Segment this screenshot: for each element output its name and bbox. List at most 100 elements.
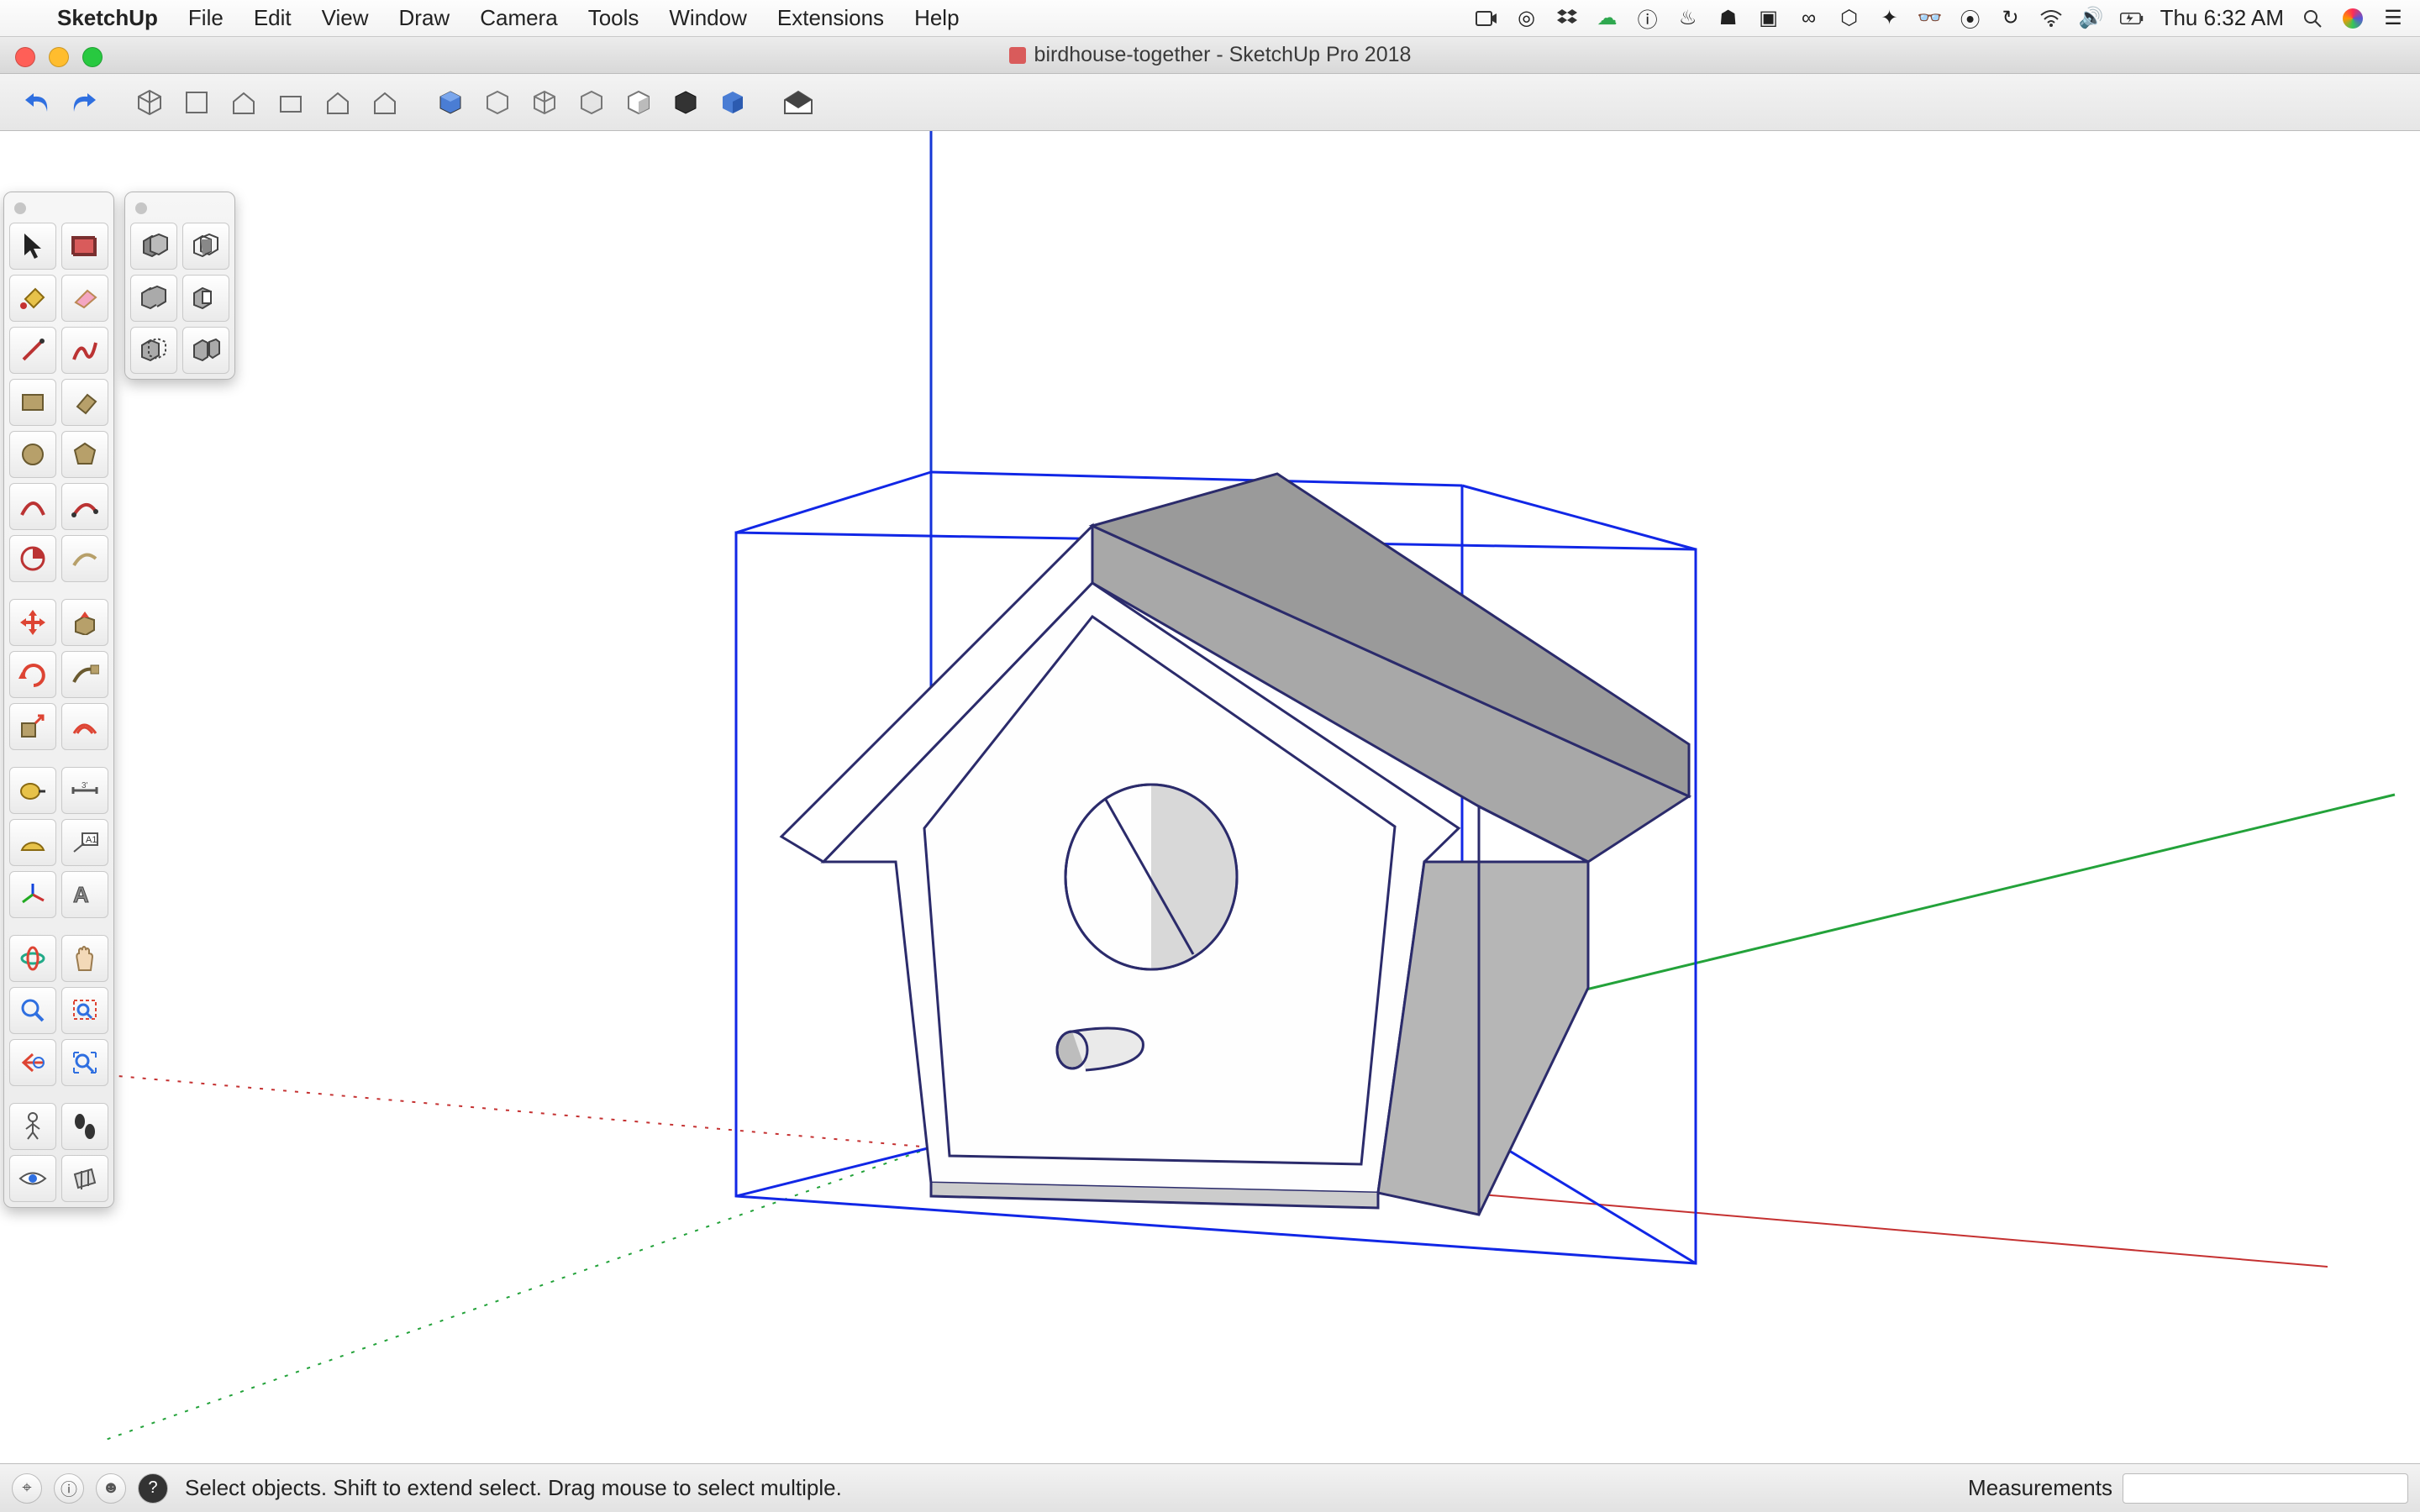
menu-tools[interactable]: Tools <box>573 5 655 31</box>
infinity-icon[interactable]: ∞ <box>1797 7 1821 30</box>
select-tool[interactable] <box>9 223 56 270</box>
rotate-tool[interactable] <box>9 651 56 698</box>
viewport-3d[interactable] <box>0 131 2420 1463</box>
zoom-window-tool[interactable] <box>61 987 108 1034</box>
wifi-icon[interactable] <box>2039 7 2063 30</box>
view-iso-button[interactable] <box>129 82 170 123</box>
menu-clock[interactable]: Thu 6:32 AM <box>2160 5 2284 31</box>
style-xray-button[interactable] <box>571 82 612 123</box>
text-tool[interactable]: A1 <box>61 819 108 866</box>
dimension-tool[interactable]: 3' <box>61 767 108 814</box>
axes-tool[interactable] <box>9 871 56 918</box>
screen-record-icon[interactable] <box>1475 7 1498 30</box>
geo-locate-button[interactable]: ⌖ <box>12 1473 42 1504</box>
large-toolset-palette[interactable]: 3' A1 A <box>3 192 114 1208</box>
zoom-button[interactable] <box>82 47 103 67</box>
menu-extensions[interactable]: Extensions <box>762 5 899 31</box>
style-texture-button[interactable] <box>666 82 706 123</box>
subtract-tool[interactable] <box>182 275 229 322</box>
menu-file[interactable]: File <box>173 5 239 31</box>
split-tool[interactable] <box>182 327 229 374</box>
history-icon[interactable]: ↻ <box>1999 7 2023 30</box>
style-wire-button[interactable] <box>524 82 565 123</box>
dropbox-icon[interactable] <box>1555 7 1579 30</box>
zoom-extents-tool[interactable] <box>61 1039 108 1086</box>
palette-close-icon[interactable] <box>14 202 26 214</box>
style-mono-button[interactable] <box>618 82 659 123</box>
glasses-icon[interactable]: 👓 <box>1918 7 1942 30</box>
credits-button[interactable]: ⓘ <box>54 1473 84 1504</box>
profile-button[interactable]: ☻ <box>96 1473 126 1504</box>
eraser-tool[interactable] <box>61 275 108 322</box>
scale-tool[interactable] <box>9 703 56 750</box>
hexagon-icon[interactable]: ⬡ <box>1838 7 1861 30</box>
union-tool[interactable] <box>130 275 177 322</box>
follow-me-tool[interactable] <box>61 651 108 698</box>
info-icon[interactable]: ⓘ <box>1636 7 1660 30</box>
view-right-button[interactable] <box>271 82 311 123</box>
intersect-tool[interactable] <box>182 223 229 270</box>
menu-view[interactable]: View <box>307 5 384 31</box>
menu-help[interactable]: Help <box>899 5 974 31</box>
user-silhouette-icon[interactable]: ☗ <box>1717 7 1740 30</box>
menu-camera[interactable]: Camera <box>465 5 572 31</box>
view-front-button[interactable] <box>224 82 264 123</box>
line-tool[interactable] <box>9 327 56 374</box>
app-name[interactable]: SketchUp <box>42 5 173 31</box>
cloud-icon[interactable]: ☁︎ <box>1596 7 1619 30</box>
move-tool[interactable] <box>9 599 56 646</box>
tape-measure-tool[interactable] <box>9 767 56 814</box>
spotlight-icon[interactable] <box>2301 7 2324 30</box>
pan-tool[interactable] <box>61 935 108 982</box>
notifications-icon[interactable]: ☰ <box>2381 7 2405 30</box>
evernote-icon[interactable]: ✦ <box>1878 7 1902 30</box>
solids-palette[interactable] <box>124 192 235 380</box>
three-point-arc-tool[interactable] <box>61 535 108 582</box>
outer-shell-tool[interactable] <box>130 223 177 270</box>
paint-bucket-tool[interactable] <box>9 275 56 322</box>
volume-icon[interactable]: 🔊 <box>2080 7 2103 30</box>
protractor-tool[interactable] <box>9 819 56 866</box>
make-component-tool[interactable] <box>61 223 108 270</box>
record-icon[interactable]: ⦿ <box>1959 7 1982 30</box>
undo-button[interactable] <box>17 82 57 123</box>
cloud-sync-icon[interactable]: ◎ <box>1515 7 1539 30</box>
position-camera-tool[interactable] <box>9 1103 56 1150</box>
warehouse-button[interactable] <box>778 82 818 123</box>
menu-window[interactable]: Window <box>654 5 761 31</box>
trim-tool[interactable] <box>130 327 177 374</box>
view-back-button[interactable] <box>318 82 358 123</box>
redo-button[interactable] <box>64 82 104 123</box>
style-shaded-button[interactable] <box>430 82 471 123</box>
push-pull-tool[interactable] <box>61 599 108 646</box>
menu-edit[interactable]: Edit <box>239 5 307 31</box>
pie-tool[interactable] <box>9 535 56 582</box>
look-around-tool[interactable] <box>9 1155 56 1202</box>
help-button[interactable]: ? <box>138 1473 168 1504</box>
orbit-tool[interactable] <box>9 935 56 982</box>
walk-tool[interactable] <box>61 1103 108 1150</box>
polygon-tool[interactable] <box>61 431 108 478</box>
zoom-tool[interactable] <box>9 987 56 1034</box>
view-left-button[interactable] <box>365 82 405 123</box>
section-plane-tool[interactable] <box>61 1155 108 1202</box>
flame-icon[interactable]: ♨ <box>1676 7 1700 30</box>
circle-tool[interactable] <box>9 431 56 478</box>
view-top-button[interactable] <box>176 82 217 123</box>
siri-icon[interactable] <box>2341 7 2365 30</box>
menu-draw[interactable]: Draw <box>384 5 466 31</box>
minimize-button[interactable] <box>49 47 69 67</box>
style-back-edges-button[interactable] <box>713 82 753 123</box>
close-button[interactable] <box>15 47 35 67</box>
rectangle-tool[interactable] <box>9 379 56 426</box>
freehand-tool[interactable] <box>61 327 108 374</box>
two-point-arc-tool[interactable] <box>61 483 108 530</box>
3d-text-tool[interactable]: A <box>61 871 108 918</box>
measurements-input[interactable] <box>2123 1473 2408 1504</box>
palette-close-icon[interactable] <box>135 202 147 214</box>
zoom-previous-tool[interactable] <box>9 1039 56 1086</box>
box-icon[interactable]: ▣ <box>1757 7 1781 30</box>
offset-tool[interactable] <box>61 703 108 750</box>
style-hidden-button[interactable] <box>477 82 518 123</box>
rotated-rectangle-tool[interactable] <box>61 379 108 426</box>
